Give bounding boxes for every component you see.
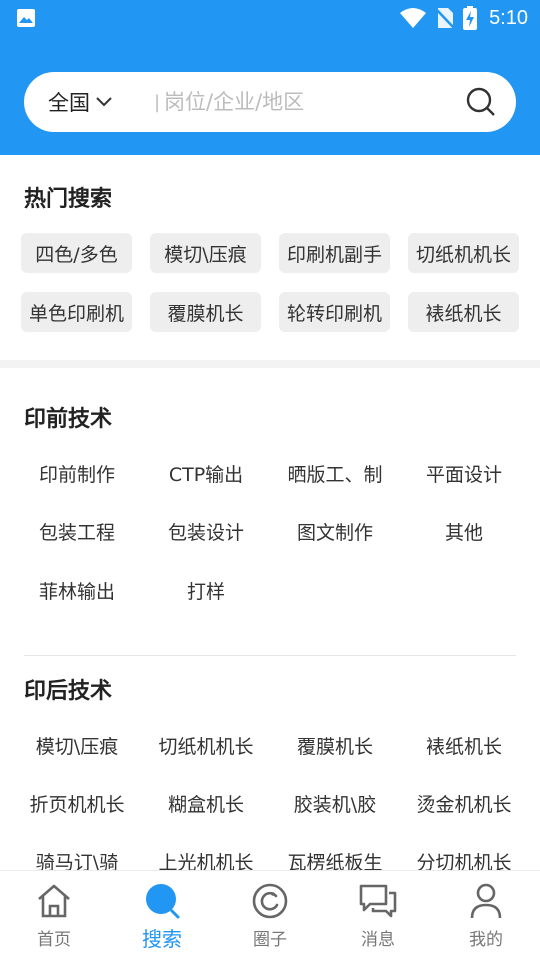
postpress-item[interactable]: 骑马订\骑 xyxy=(12,846,142,871)
prepress-item[interactable]: 平面设计 xyxy=(399,458,529,488)
prepress-item[interactable]: 图文制作 xyxy=(270,516,400,546)
hot-search-title: 热门搜索 xyxy=(24,187,113,212)
postpress-item[interactable]: 烫金机机长 xyxy=(399,788,529,818)
section-separator xyxy=(0,360,540,368)
prepress-item[interactable]: CTP输出 xyxy=(141,458,271,488)
header: 5:10 全国 | xyxy=(0,0,540,155)
hot-tag[interactable]: 四色/多色 xyxy=(21,233,132,273)
postpress-item[interactable]: 胶装机\胶 xyxy=(270,788,400,818)
bottom-nav: 首页 搜索 圈子 消息 我的 xyxy=(0,870,540,960)
hot-tag[interactable]: 覆膜机长 xyxy=(150,292,261,332)
postpress-item[interactable]: 糊盒机长 xyxy=(141,788,271,818)
status-time: 5:10 xyxy=(489,6,528,29)
hot-tag[interactable]: 单色印刷机 xyxy=(21,292,132,332)
profile-icon xyxy=(470,883,502,919)
nav-label: 首页 xyxy=(37,930,71,950)
prepress-item[interactable]: 其他 xyxy=(399,516,529,546)
region-label: 全国 xyxy=(48,91,90,115)
content-area: 热门搜索 四色/多色 模切\压痕 印刷机副手 切纸机机长 单色印刷机 覆膜机长 … xyxy=(0,155,540,870)
prepress-item[interactable]: 包装工程 xyxy=(12,516,142,546)
postpress-item[interactable]: 分切机机长 xyxy=(399,846,529,871)
postpress-item[interactable]: 覆膜机长 xyxy=(270,730,400,760)
circle-icon xyxy=(252,883,288,919)
no-sim-icon xyxy=(435,8,455,29)
region-selector[interactable]: 全国 xyxy=(48,72,112,132)
postpress-item[interactable]: 切纸机机长 xyxy=(141,730,271,760)
hot-tag[interactable]: 切纸机机长 xyxy=(408,233,519,273)
nav-search[interactable]: 搜索 xyxy=(108,871,216,960)
battery-charging-icon xyxy=(463,6,478,30)
nav-profile[interactable]: 我的 xyxy=(432,871,540,960)
chevron-down-icon xyxy=(96,97,112,107)
postpress-item[interactable]: 瓦楞纸板生 xyxy=(270,846,400,871)
nav-label: 我的 xyxy=(469,930,503,950)
hot-tag[interactable]: 裱纸机长 xyxy=(408,292,519,332)
nav-messages[interactable]: 消息 xyxy=(324,871,432,960)
prepress-item[interactable]: 打样 xyxy=(141,575,271,605)
hot-tag[interactable]: 轮转印刷机 xyxy=(279,292,390,332)
search-icon xyxy=(146,884,180,919)
search-divider: | xyxy=(154,92,161,113)
postpress-item[interactable]: 裱纸机长 xyxy=(399,730,529,760)
nav-label: 搜索 xyxy=(142,927,182,951)
wifi-icon xyxy=(400,8,427,28)
postpress-item[interactable]: 折页机机长 xyxy=(12,788,142,818)
hot-tag[interactable]: 印刷机副手 xyxy=(279,233,390,273)
prepress-item[interactable]: 晒版工、制 xyxy=(270,458,400,488)
hot-tag[interactable]: 模切\压痕 xyxy=(150,233,261,273)
prepress-item[interactable]: 印前制作 xyxy=(12,458,142,488)
status-bar: 5:10 xyxy=(0,0,540,36)
image-notification-icon xyxy=(17,9,35,27)
search-bar: 全国 | xyxy=(24,72,516,132)
prepress-item[interactable]: 菲林输出 xyxy=(12,575,142,605)
message-icon xyxy=(359,884,397,918)
postpress-title: 印后技术 xyxy=(24,679,113,704)
nav-circle[interactable]: 圈子 xyxy=(216,871,324,960)
section-divider xyxy=(24,655,516,656)
postpress-item[interactable]: 模切\压痕 xyxy=(12,730,142,760)
search-icon[interactable] xyxy=(466,87,496,117)
search-input[interactable] xyxy=(164,72,454,132)
nav-label: 消息 xyxy=(361,930,395,950)
nav-label: 圈子 xyxy=(253,930,287,950)
prepress-item[interactable]: 包装设计 xyxy=(141,516,271,546)
nav-home[interactable]: 首页 xyxy=(0,871,108,960)
postpress-item[interactable]: 上光机机长 xyxy=(141,846,271,871)
prepress-title: 印前技术 xyxy=(24,407,113,432)
home-icon xyxy=(38,884,70,918)
